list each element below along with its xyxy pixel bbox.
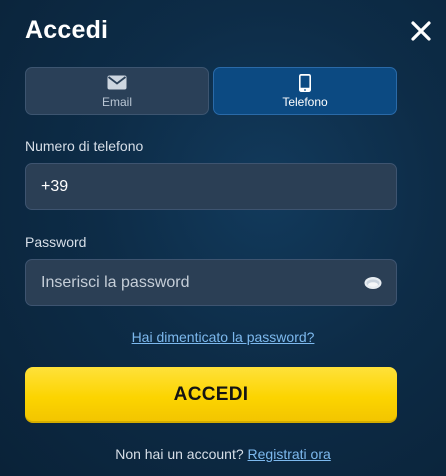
tab-email[interactable]: Email [25,67,209,115]
phone-field-label: Numero di telefono [25,138,144,154]
password-field[interactable] [25,259,397,306]
signup-prompt-text: Non hai un account? [115,446,244,462]
phone-field[interactable] [25,163,397,210]
forgot-password-link[interactable]: Hai dimenticato la password? [132,329,315,345]
signup-prompt: Non hai un account? Registrati ora [0,446,446,462]
login-dialog: Accedi Email Telefono Numero di telefono… [0,0,446,476]
smartphone-icon [299,73,311,92]
close-icon[interactable] [409,19,433,43]
password-field-label: Password [25,234,87,250]
tab-telefono-label: Telefono [282,94,328,109]
signup-link[interactable]: Registrati ora [248,446,331,462]
tab-email-label: Email [101,94,132,109]
forgot-password-row: Hai dimenticato la password? [0,329,446,347]
mail-icon [107,74,127,92]
eye-icon[interactable] [364,275,382,291]
phone-input[interactable] [41,177,341,196]
dialog-title: Accedi [25,16,109,44]
login-method-tabs: Email Telefono [25,67,397,115]
tab-telefono[interactable]: Telefono [213,67,397,115]
password-input[interactable] [41,273,341,292]
login-button[interactable]: ACCEDI [25,367,397,423]
